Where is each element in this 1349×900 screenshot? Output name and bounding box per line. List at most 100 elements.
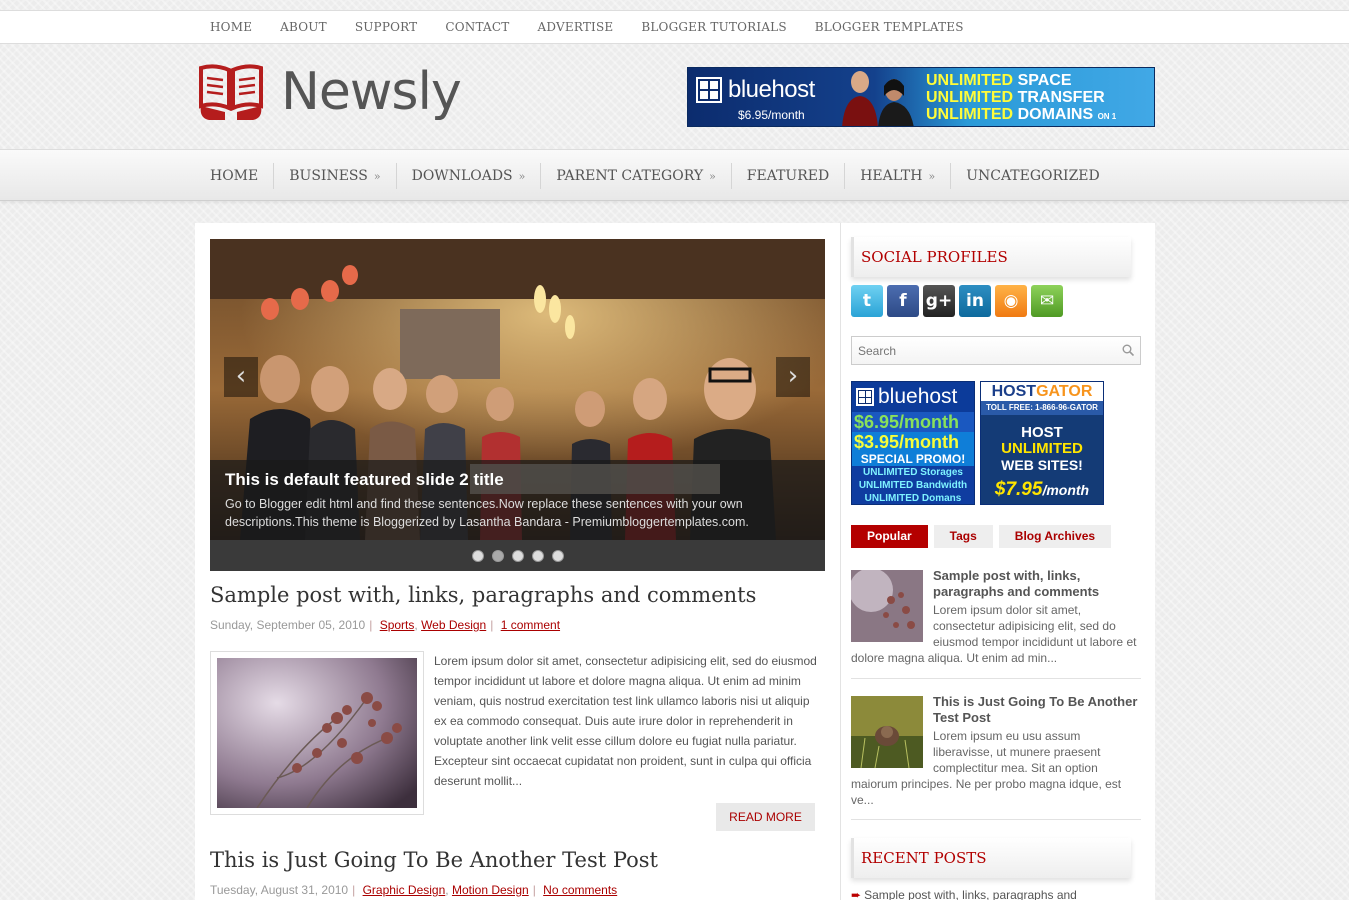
post-title[interactable]: Sample post with, links, paragraphs and …: [210, 583, 756, 607]
post-thumbnail[interactable]: [210, 651, 424, 815]
post-meta: Tuesday, August 31, 2010 | Graphic Design…: [210, 883, 618, 897]
post-comments-link[interactable]: 1 comment: [501, 618, 560, 632]
ad-per-month: /month: [1042, 482, 1090, 498]
flower-photo: [217, 658, 417, 809]
sidebar-tabs: Popular Tags Blog Archives: [851, 525, 1112, 548]
widget-heading: SOCIAL PROFILES: [861, 248, 1008, 266]
ad-unlimited: UNLIMITED: [1001, 440, 1083, 457]
top-nav-blogger-tutorials[interactable]: BLOGGER TUTORIALS: [627, 20, 800, 34]
post-date: Sunday, September 05, 2010: [210, 618, 366, 632]
main-nav-label: HEALTH: [860, 168, 923, 184]
tab-tags[interactable]: Tags: [933, 525, 993, 548]
search-box: [851, 336, 1141, 365]
top-nav-advertise[interactable]: ADVERTISE: [524, 20, 628, 34]
header-ad-banner[interactable]: bluehost $6.95/month UNLIMITED SPACE UNL…: [687, 67, 1155, 127]
top-nav-contact[interactable]: CONTACT: [431, 20, 523, 34]
post-category-link[interactable]: Motion Design: [452, 883, 529, 897]
linkedin-icon[interactable]: in: [959, 285, 991, 317]
widget-heading: RECENT POSTS: [861, 849, 987, 867]
hostgator-sidebar-ad[interactable]: HOSTGATOR TOLL FREE: 1-866-96-GATOR HOST…: [980, 381, 1104, 505]
banner-line2-a: UNLIMITED: [926, 89, 1014, 106]
slider-dot[interactable]: [551, 550, 564, 562]
main-navigation: HOME BUSINESS » DOWNLOADS » PARENT CATEGOR…: [0, 149, 1349, 201]
google-plus-icon[interactable]: g+: [923, 285, 955, 317]
ad-brand: bluehost: [878, 385, 958, 408]
sidebar: SOCIAL PROFILES t f g+ in ◉ ✉ bluehost $…: [840, 223, 1155, 900]
grid-icon: [696, 77, 722, 103]
bluehost-sidebar-ad[interactable]: bluehost $6.95/month $3.95/month SPECIAL…: [851, 381, 975, 505]
facebook-icon[interactable]: f: [887, 285, 919, 317]
featured-slider[interactable]: ‹ › This is default featured slide 2 tit…: [210, 239, 825, 571]
slide-description: Go to Blogger edit html and find these s…: [225, 497, 749, 529]
post-category-link[interactable]: Web Design: [421, 618, 486, 632]
ad-host: HOST: [991, 383, 1037, 400]
popular-post-item[interactable]: This is Just Going To Be Another Test Po…: [851, 694, 1141, 808]
divider: [851, 678, 1141, 679]
main-nav-label: UNCATEGORIZED: [966, 168, 1100, 184]
slider-dot-active[interactable]: [491, 550, 504, 562]
top-nav-home[interactable]: HOME: [196, 20, 266, 34]
main-nav-label: FEATURED: [746, 168, 830, 184]
banner-people-image: [842, 71, 914, 126]
main-nav-label: BUSINESS: [289, 168, 368, 184]
search-input[interactable]: [852, 337, 1112, 364]
popular-post-item[interactable]: Sample post with, links, paragraphs and …: [851, 568, 1141, 666]
bluehost-logo: bluehost: [696, 76, 815, 104]
ad-toll-free: TOLL FREE: 1-866-96-GATOR: [981, 401, 1103, 415]
popular-post-thumbnail: [851, 696, 923, 768]
main-nav-downloads[interactable]: DOWNLOADS »: [395, 163, 541, 189]
ad-gator: GATOR: [1036, 383, 1093, 400]
banner-line1-a: UNLIMITED: [926, 72, 1014, 89]
main-nav-health[interactable]: HEALTH »: [844, 163, 950, 189]
twitter-icon[interactable]: t: [851, 285, 883, 317]
main-nav-business[interactable]: BUSINESS »: [273, 163, 395, 189]
email-icon[interactable]: ✉: [1031, 285, 1063, 317]
banner-slogan: UNLIMITED SPACE UNLIMITED TRANSFER UNLIM…: [926, 72, 1154, 126]
top-nav-blogger-templates[interactable]: BLOGGER TEMPLATES: [801, 20, 978, 34]
social-profiles-widget-title: SOCIAL PROFILES: [851, 237, 1131, 277]
submenu-arrow-icon: »: [709, 170, 716, 183]
slider-prev-button[interactable]: ‹: [224, 357, 258, 397]
tab-blog-archives[interactable]: Blog Archives: [998, 525, 1112, 548]
popular-post-thumbnail: [851, 570, 923, 642]
slide-title[interactable]: This is default featured slide 2 title: [225, 470, 810, 490]
ad-web-sites: WEB SITES!: [1001, 457, 1083, 473]
slider-dot[interactable]: [511, 550, 524, 562]
main-nav-uncategorized[interactable]: UNCATEGORIZED: [950, 163, 1115, 189]
slider-dot[interactable]: [531, 550, 544, 562]
search-icon[interactable]: [1122, 344, 1134, 356]
submenu-arrow-icon: »: [928, 170, 936, 183]
main-nav-featured[interactable]: FEATURED: [730, 163, 844, 189]
read-more-button[interactable]: READ MORE: [716, 803, 815, 831]
slider-next-button[interactable]: ›: [776, 357, 810, 397]
rss-icon[interactable]: ◉: [995, 285, 1027, 317]
main-content: ‹ › This is default featured slide 2 tit…: [195, 223, 840, 900]
post-title[interactable]: This is Just Going To Be Another Test Po…: [210, 848, 658, 872]
ad-feature: UNLIMITED Bandwidth: [858, 480, 968, 491]
post-date: Tuesday, August 31, 2010: [210, 883, 349, 897]
post-category-link[interactable]: Graphic Design: [363, 883, 446, 897]
post-comments-link[interactable]: No comments: [543, 883, 617, 897]
book-reader-icon: [199, 64, 263, 120]
main-nav-parent-category[interactable]: PARENT CATEGORY »: [540, 163, 730, 189]
main-nav-label: HOME: [210, 168, 259, 184]
top-nav-about[interactable]: ABOUT: [266, 20, 341, 34]
banner-brand: bluehost: [728, 76, 815, 103]
banner-line2-b: TRANSFER: [1017, 89, 1105, 106]
post-category-link[interactable]: Sports: [380, 618, 415, 632]
site-logo[interactable]: Newsly: [195, 62, 462, 122]
main-nav-label: DOWNLOADS: [411, 168, 513, 184]
tab-popular[interactable]: Popular: [851, 525, 928, 548]
main-nav-home[interactable]: HOME: [196, 163, 273, 189]
top-nav-support[interactable]: SUPPORT: [341, 20, 432, 34]
divider: [851, 819, 1141, 820]
ad-feature: UNLIMITED Domans: [864, 493, 962, 504]
ad-promo: SPECIAL PROMO!: [852, 452, 974, 466]
ad-host-label: HOST: [1021, 424, 1063, 441]
recent-post-link[interactable]: ➨ Sample post with, links, paragraphs and: [851, 888, 1077, 900]
top-navigation: HOME ABOUT SUPPORT CONTACT ADVERTISE BLO…: [0, 10, 1349, 44]
slider-dot[interactable]: [471, 550, 484, 562]
ad-gator-price: $7.95: [994, 479, 1043, 500]
ad-feature: UNLIMITED Storages: [862, 467, 963, 478]
slider-pagination: [210, 550, 825, 562]
